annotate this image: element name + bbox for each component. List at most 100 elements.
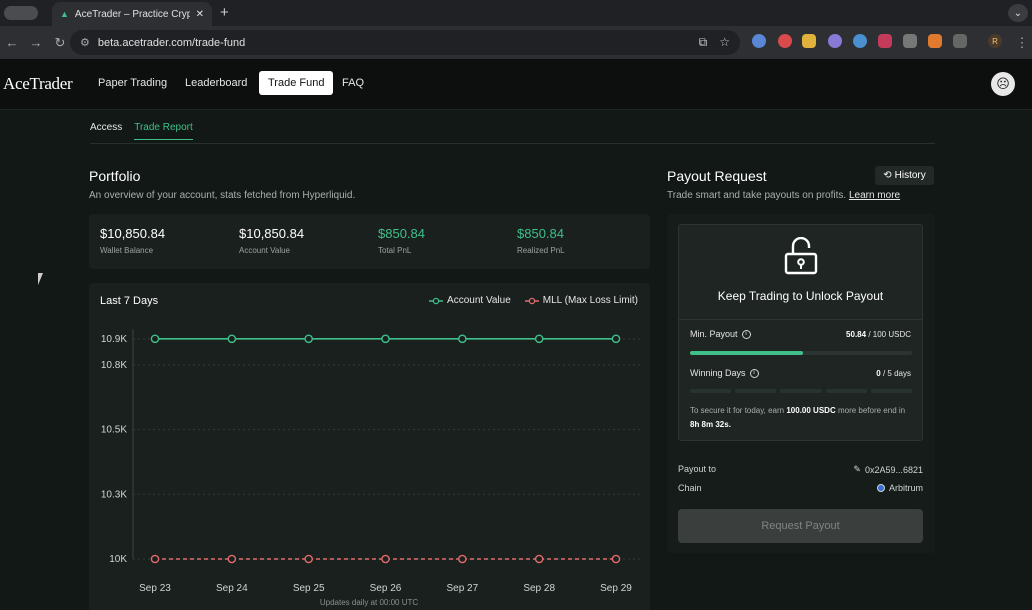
secure-note-mid: more before end in (837, 406, 906, 415)
x-tick-label: Sep 26 (370, 583, 402, 594)
browser-menu-icon[interactable]: ⋮ (1010, 35, 1032, 51)
payout-subtitle-text: Trade smart and take payouts on profits. (667, 190, 847, 201)
min-payout-progress (690, 351, 912, 355)
winning-days-label-text: Winning Days (690, 368, 746, 378)
tab-title: AceTrader – Practice Crypto T (74, 8, 190, 20)
winning-days-value: 0 / 5 days (876, 369, 911, 378)
y-tick-label: 10.9K (101, 334, 127, 345)
nav-faq[interactable]: FAQ (333, 71, 373, 95)
min-payout-value: 50.84 / 100 USDC (846, 330, 911, 339)
tab-search-pill[interactable] (4, 6, 38, 20)
nav-trade-fund[interactable]: Trade Fund (259, 71, 334, 95)
winning-days-target: / 5 days (882, 369, 911, 378)
mll-point (150, 554, 160, 564)
extension-icon[interactable] (752, 34, 766, 48)
winning-days-segments (690, 389, 913, 393)
nav-leaderboard[interactable]: Leaderboard (176, 71, 256, 95)
subtabs: Access Trade Report (90, 122, 193, 140)
info-icon[interactable]: i (741, 329, 751, 339)
address-bar[interactable]: ⚙ beta.acetrader.com/trade-fund ⧉ ☆ (70, 30, 740, 55)
site-settings-icon[interactable]: ⚙ (80, 36, 90, 49)
y-tick-label: 10K (109, 554, 127, 565)
bookmark-star-icon[interactable]: ☆ (719, 35, 730, 50)
extension-icon[interactable] (778, 34, 792, 48)
mll-point (381, 554, 390, 564)
chart-card: Last 7 Days Account Value MLL (Max Loss … (89, 283, 650, 610)
forward-arrow-icon[interactable]: → (24, 35, 48, 50)
min-payout-label: Min. Payout i (690, 329, 751, 339)
stat-value: $10,850.84 (239, 226, 305, 241)
stat-realized-pnl: $850.84 Realized PnL (517, 226, 565, 255)
stat-value: $10,850.84 (100, 226, 166, 241)
payout-title: Payout Request (667, 168, 767, 184)
close-tab-icon[interactable]: ✕ (196, 9, 204, 20)
extension-icon[interactable] (853, 34, 867, 48)
learn-more-link[interactable]: Learn more (849, 190, 900, 201)
y-tick-label: 10.3K (101, 489, 127, 500)
browser-tab-strip: ▲ AceTrader – Practice Crypto T ✕ + ⌄ (0, 0, 1032, 26)
extension-icon[interactable] (802, 34, 816, 48)
history-label: History (894, 170, 926, 181)
chart-footnote: Updates daily at 00:00 UTC (320, 598, 418, 607)
x-tick-label: Sep 28 (523, 583, 555, 594)
payout-to-label: Payout to (678, 464, 717, 474)
extension-icon[interactable] (928, 34, 942, 48)
nav-paper-trading[interactable]: Paper Trading (89, 71, 176, 95)
history-clock-icon: ⟲ (883, 170, 892, 181)
acetrader-logo[interactable]: AceTrader (3, 74, 73, 94)
chain-name: Arbitrum (888, 483, 923, 493)
mll-point (458, 554, 467, 564)
extension-icon[interactable] (878, 34, 892, 48)
main-content: Access Trade Report Portfolio An overvie… (0, 110, 1032, 610)
profile-avatar[interactable]: R (988, 34, 1002, 48)
tab-search-chevron-icon[interactable]: ⌄ (1008, 4, 1028, 22)
extensions-puzzle-icon[interactable] (953, 34, 967, 48)
y-tick-label: 10.5K (101, 425, 127, 436)
unlock-padlock-icon (784, 237, 818, 275)
min-payout-current: 50.84 (846, 330, 867, 339)
stat-total-pnl: $850.84 Total PnL (378, 226, 425, 255)
edit-pencil-icon[interactable]: ✎ (853, 464, 861, 475)
payout-to-value[interactable]: ✎ 0x2A59...6821 (853, 464, 923, 475)
stat-label: Total PnL (378, 246, 412, 255)
line-chart: 10.9K 10.8K 10.5K 10.3K 10K Sep 23 Sep 24 Sep 2… (101, 329, 640, 607)
payout-subtitle: Trade smart and take payouts on profits.… (667, 190, 900, 201)
mll-point (534, 554, 544, 564)
reload-icon[interactable]: ↻ (48, 35, 72, 51)
secure-note: To secure it for today, earn 100.00 USDC… (690, 406, 906, 429)
winning-day-segment (780, 389, 822, 393)
subtabs-divider (90, 143, 935, 144)
request-payout-button[interactable]: Request Payout (678, 509, 923, 543)
new-tab-plus-icon[interactable]: + (220, 4, 229, 21)
unlock-box: Keep Trading to Unlock Payout Min. Payou… (678, 224, 923, 441)
subtab-trade-report[interactable]: Trade Report (134, 122, 193, 140)
url-text: beta.acetrader.com/trade-fund (97, 36, 246, 49)
extension-icon[interactable] (903, 34, 917, 48)
app-navbar: AceTrader Paper Trading Leaderboard Trad… (0, 59, 1032, 110)
winning-days-label: Winning Days i (690, 368, 759, 378)
extension-icon[interactable] (828, 34, 842, 48)
mouse-cursor-icon (38, 273, 43, 285)
install-app-icon[interactable]: ⧉ (699, 35, 708, 50)
browser-tab[interactable]: ▲ AceTrader – Practice Crypto T ✕ (52, 2, 212, 26)
x-tick-label: Sep 23 (139, 583, 171, 594)
x-tick-label: Sep 27 (446, 583, 478, 594)
acetrader-favicon-icon: ▲ (60, 9, 69, 19)
secure-note-amount: 100.00 USDC (786, 406, 836, 415)
stat-label: Account Value (239, 246, 290, 255)
stat-wallet-balance: $10,850.84 Wallet Balance (100, 226, 165, 255)
info-icon[interactable]: i (749, 368, 759, 378)
user-avatar-icon[interactable]: ☹ (991, 72, 1015, 96)
winning-day-segment (870, 389, 913, 393)
x-tick-label: Sep 24 (216, 583, 248, 594)
winning-day-segment (825, 389, 867, 393)
arbitrum-icon (876, 484, 885, 492)
min-payout-target: / 100 USDC (868, 330, 911, 339)
account-value-point (611, 334, 621, 344)
subtab-access[interactable]: Access (90, 122, 122, 140)
winning-days-current: 0 (876, 369, 881, 378)
history-button[interactable]: ⟲ History (875, 166, 934, 185)
stat-label: Realized PnL (517, 246, 565, 255)
secure-note-time: 8h 8m 32s (690, 420, 729, 429)
back-arrow-icon[interactable]: ← (0, 35, 24, 50)
